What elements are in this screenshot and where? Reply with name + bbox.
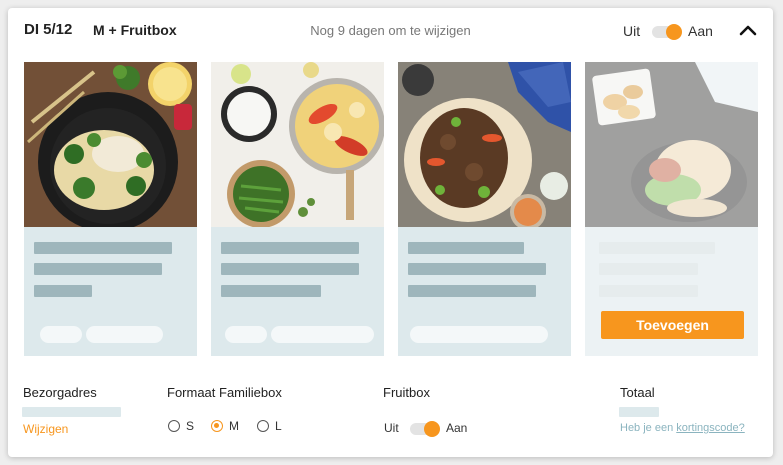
format-option-m[interactable]: M xyxy=(211,419,239,433)
placeholder-line xyxy=(599,285,698,297)
placeholder-line xyxy=(221,263,359,275)
promo-prefix: Heb je een xyxy=(620,422,677,434)
change-address-link[interactable]: Wijzigen xyxy=(23,422,68,436)
format-option-l[interactable]: L xyxy=(257,419,282,433)
fruitbox-toggle-off-label: Uit xyxy=(384,421,399,435)
delivery-header: DI 5/12 M + Fruitbox Nog 9 dagen om te w… xyxy=(8,8,773,54)
format-label: Formaat Familiebox xyxy=(167,385,282,400)
fruitbox-toggle-on-label: Aan xyxy=(446,421,468,435)
placeholder-tag xyxy=(271,326,374,343)
total-label: Totaal xyxy=(620,385,655,400)
placeholder-line xyxy=(599,263,698,275)
placeholder-tag xyxy=(225,326,267,343)
placeholder-line xyxy=(221,242,359,254)
chevron-up-icon[interactable] xyxy=(739,24,757,36)
meal-photo-4 xyxy=(585,62,758,227)
placeholder-tag xyxy=(410,326,548,343)
placeholder-line xyxy=(34,263,162,275)
format-option-s[interactable]: S xyxy=(168,419,194,433)
fruitbox-toggle[interactable] xyxy=(410,421,440,437)
promo-code-prompt: Heb je een kortingscode? xyxy=(620,422,745,434)
placeholder-tag xyxy=(86,326,163,343)
placeholder-line xyxy=(221,285,321,297)
format-radio-group: S M L xyxy=(168,419,298,437)
meal-photo-2 xyxy=(211,62,384,227)
meal-card-2[interactable] xyxy=(211,62,384,356)
promo-code-link[interactable]: kortingscode? xyxy=(676,422,745,434)
fruitbox-label: Fruitbox xyxy=(383,385,430,400)
delivery-toggle[interactable] xyxy=(652,24,682,40)
placeholder-line xyxy=(34,285,92,297)
toggle-knob xyxy=(666,24,682,40)
placeholder-line xyxy=(408,242,524,254)
address-label: Bezorgadres xyxy=(23,385,97,400)
format-option-label: S xyxy=(186,419,195,433)
placeholder-line xyxy=(408,285,536,297)
delivery-toggle-off-label: Uit xyxy=(623,23,641,39)
meal-photo-1 xyxy=(24,62,197,227)
toggle-knob xyxy=(424,421,440,437)
radio-circle[interactable] xyxy=(257,420,269,432)
add-meal-button[interactable]: Toevoegen xyxy=(601,311,744,339)
placeholder-line xyxy=(34,242,172,254)
meal-photo-3 xyxy=(398,62,571,227)
format-option-label: M xyxy=(229,419,239,433)
address-placeholder xyxy=(22,407,121,417)
meal-card-4[interactable]: Toevoegen xyxy=(585,62,758,356)
radio-circle[interactable] xyxy=(168,420,180,432)
placeholder-line xyxy=(408,263,546,275)
delivery-card: DI 5/12 M + Fruitbox Nog 9 dagen om te w… xyxy=(8,8,773,457)
radio-circle[interactable] xyxy=(211,420,223,432)
placeholder-line xyxy=(599,242,715,254)
total-placeholder xyxy=(619,407,659,417)
format-option-label: L xyxy=(275,419,282,433)
placeholder-tag xyxy=(40,326,82,343)
meal-card-1[interactable] xyxy=(24,62,197,356)
delivery-toggle-on-label: Aan xyxy=(688,23,713,39)
meal-card-3[interactable] xyxy=(398,62,571,356)
